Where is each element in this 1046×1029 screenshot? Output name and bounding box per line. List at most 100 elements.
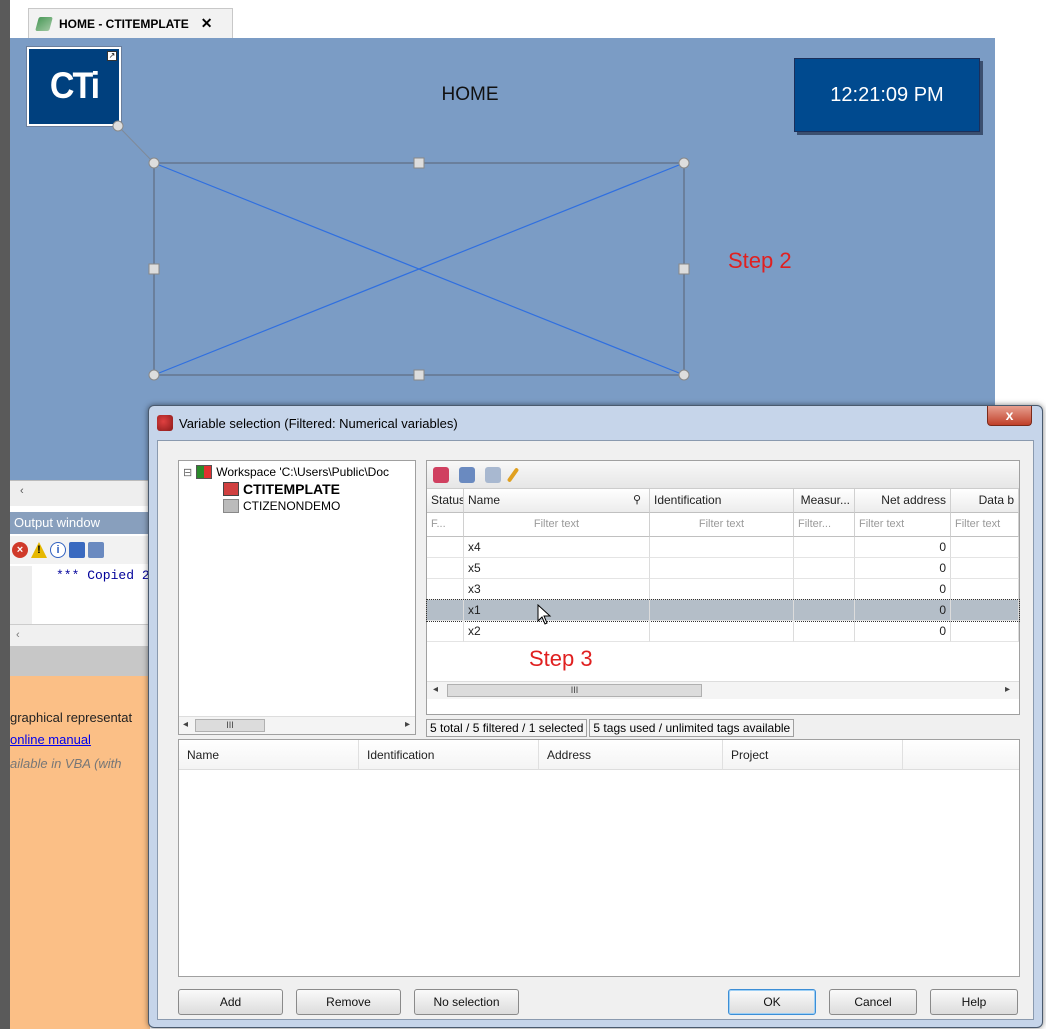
project-icon <box>223 482 239 496</box>
name-cell: x5 <box>464 558 650 579</box>
collapse-icon[interactable]: ⊟ <box>183 466 192 479</box>
ok-button[interactable]: OK <box>728 989 816 1015</box>
scroll-left-arrow[interactable]: ◂ <box>183 719 188 730</box>
filter-status[interactable]: F... <box>427 513 464 537</box>
warning-filter-icon[interactable]: ! <box>31 542 47 558</box>
column-header-measure[interactable]: Measur... <box>794 489 855 513</box>
scroll-left-arrow[interactable]: ‹ <box>20 485 24 497</box>
identification-cell <box>650 537 794 558</box>
help-text: graphical representat <box>10 710 133 725</box>
output-toolbar: × ! i <box>10 536 150 564</box>
measure-cell <box>794 558 855 579</box>
data-block-cell <box>951 621 1019 642</box>
info-filter-icon[interactable]: i <box>50 542 66 558</box>
table-row[interactable]: x3 0 <box>427 579 1019 600</box>
cancel-button[interactable]: Cancel <box>829 989 917 1015</box>
page-title: HOME <box>441 84 499 105</box>
tab-home[interactable]: HOME - CTITEMPLATE ✕ <box>28 8 233 38</box>
remove-button[interactable]: Remove <box>296 989 401 1015</box>
output-scrollbar[interactable]: ‹ <box>10 624 150 646</box>
measure-cell <box>794 621 855 642</box>
edit-icon[interactable] <box>506 466 520 483</box>
table-row[interactable]: x5 0 <box>427 558 1019 579</box>
copy-icon[interactable] <box>459 466 475 483</box>
error-filter-icon[interactable]: × <box>12 542 28 558</box>
tree-scrollbar[interactable]: ◂ III ▸ <box>179 716 415 734</box>
filter-identification[interactable]: Filter text <box>650 513 794 537</box>
connector-handle <box>112 120 124 132</box>
help-panel: graphical representat online manual aila… <box>10 676 150 1029</box>
net-address-cell: 0 <box>855 579 951 600</box>
no-selection-button[interactable]: No selection <box>414 989 519 1015</box>
variables-grid[interactable]: Status Name ⚲ Identification Measur... Ne… <box>426 460 1020 715</box>
resize-handle <box>148 263 160 275</box>
filter-data-block[interactable]: Filter text <box>951 513 1019 537</box>
table-row[interactable]: x2 0 <box>427 621 1019 642</box>
table-row-selected[interactable]: x1 0 <box>426 599 1020 625</box>
column-header-status[interactable]: Status <box>427 489 464 513</box>
scroll-left-arrow[interactable]: ◂ <box>433 684 438 695</box>
tree-item-ctitemplate[interactable]: CTITEMPLATE <box>223 481 340 497</box>
data-block-cell <box>951 579 1019 600</box>
filter-net-address[interactable]: Filter text <box>855 513 951 537</box>
tab-title: HOME - CTITEMPLATE <box>59 16 189 31</box>
step-annotation: Step 3 <box>529 646 593 671</box>
data-block-cell <box>951 600 1019 621</box>
column-header-name[interactable]: Name ⚲ <box>464 489 650 513</box>
paste-icon[interactable] <box>485 466 501 483</box>
online-manual-link[interactable]: online manual <box>10 732 91 747</box>
help-button[interactable]: Help <box>930 989 1018 1015</box>
column-header-identification[interactable]: Identification <box>650 489 794 513</box>
close-icon[interactable]: ✕ <box>201 15 213 32</box>
column-header-address[interactable]: Address <box>539 740 723 770</box>
project-tree[interactable]: ⊟ Workspace 'C:\Users\Public\Doc CTITEMP… <box>178 460 416 735</box>
add-button[interactable]: Add <box>178 989 283 1015</box>
column-header-name[interactable]: Name <box>179 740 359 770</box>
screen-icon <box>35 16 53 31</box>
status-cell <box>427 537 464 558</box>
filter-name[interactable]: Filter text <box>464 513 650 537</box>
column-header-data-block[interactable]: Data b <box>951 489 1019 513</box>
scroll-right-arrow[interactable]: ▸ <box>405 719 410 730</box>
workspace-icon <box>196 465 213 479</box>
step-annotation: Step 2 <box>728 248 792 273</box>
resize-handle <box>678 369 690 381</box>
grid-toolbar <box>427 461 1019 489</box>
name-cell: x2 <box>464 621 650 642</box>
left-dark-edge <box>0 0 10 1029</box>
filter-measure[interactable]: Filter... <box>794 513 855 537</box>
scroll-thumb[interactable]: III <box>195 719 265 732</box>
save-icon[interactable] <box>69 542 85 558</box>
column-header-identification[interactable]: Identification <box>359 740 539 770</box>
scroll-thumb[interactable]: III <box>447 684 702 697</box>
scroll-right-arrow[interactable]: ▸ <box>1005 684 1010 695</box>
workspace-label: Workspace 'C:\Users\Public\Doc <box>216 465 390 479</box>
tag-icon[interactable] <box>433 466 449 483</box>
status-cell <box>427 621 464 642</box>
canvas-scrollbar[interactable]: ‹ <box>10 480 150 506</box>
name-cell: x3 <box>464 579 650 600</box>
grid-scrollbar[interactable]: ◂ III ▸ <box>427 681 1019 699</box>
resize-handle <box>148 157 160 169</box>
resize-handle <box>678 263 690 275</box>
binoculars-icon[interactable]: ⚲ <box>633 493 641 506</box>
column-header-project[interactable]: Project <box>723 740 903 770</box>
close-button[interactable]: x <box>987 406 1032 426</box>
variable-selection-dialog: Variable selection (Filtered: Numerical … <box>148 405 1043 1028</box>
measure-cell <box>794 537 855 558</box>
clock-display[interactable]: 12:21:09 PM <box>794 58 980 132</box>
net-address-cell: 0 <box>855 621 951 642</box>
column-header-empty <box>903 740 1019 770</box>
copy-icon[interactable] <box>88 542 104 558</box>
scroll-left-arrow[interactable]: ‹ <box>16 629 20 641</box>
tree-item-ctizenondemo[interactable]: CTIZENONDEMO <box>223 499 340 513</box>
tag-usage: 5 tags used / unlimited tags available <box>589 719 795 737</box>
measure-cell <box>794 600 855 621</box>
selected-variables-list[interactable]: Name Identification Address Project <box>178 739 1020 977</box>
status-cell <box>427 558 464 579</box>
column-header-net-address[interactable]: Net address <box>855 489 951 513</box>
project-label: CTITEMPLATE <box>243 481 340 497</box>
table-row[interactable]: x4 0 <box>427 537 1019 558</box>
tree-item-workspace[interactable]: ⊟ Workspace 'C:\Users\Public\Doc <box>183 465 389 479</box>
project-icon <box>223 499 239 513</box>
